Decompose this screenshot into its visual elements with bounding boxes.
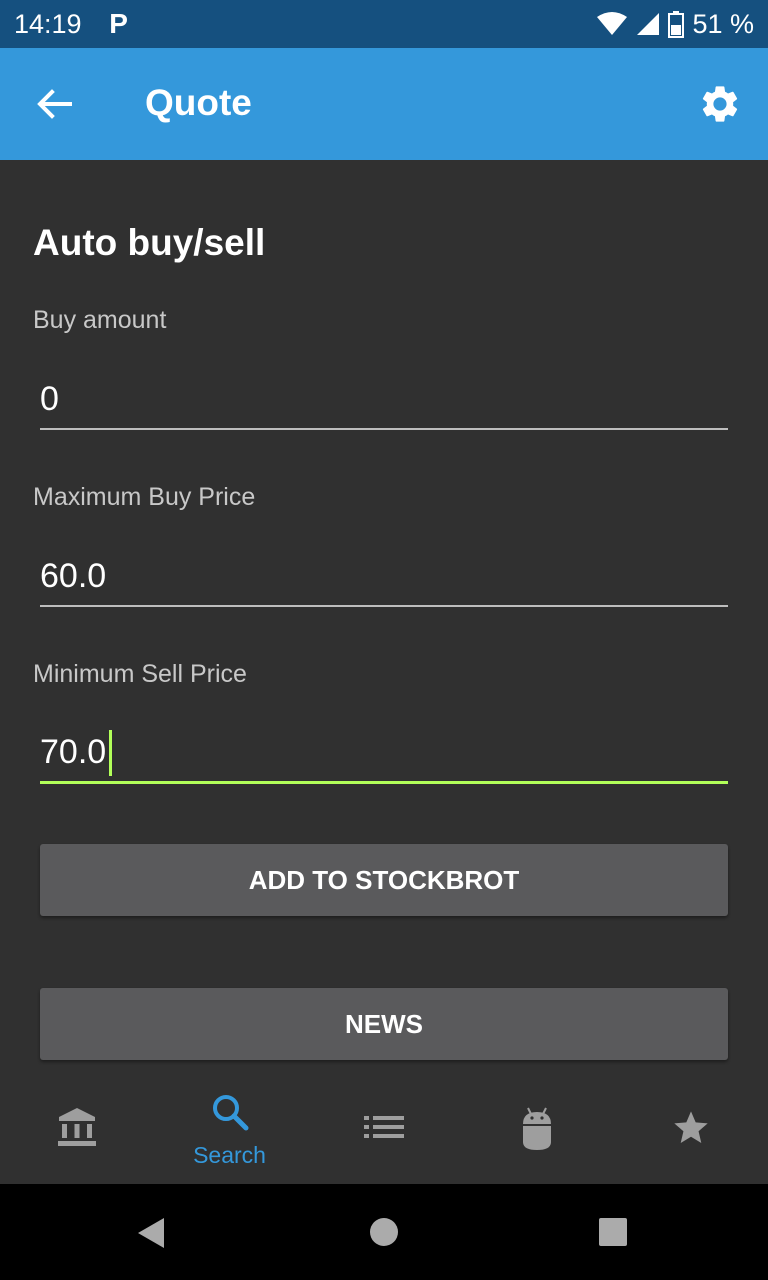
android-icon [522, 1107, 551, 1150]
news-button[interactable]: NEWS [40, 988, 728, 1060]
nav-label-search: Search [193, 1142, 266, 1168]
list-icon [363, 1116, 404, 1138]
page-title: Quote [145, 82, 252, 123]
max-buy-price-label: Maximum Buy Price [33, 483, 256, 511]
buy-amount-label: Buy amount [33, 306, 167, 334]
status-bar: 14:19 P 51 % [0, 0, 768, 48]
app-bar: Quote [0, 48, 768, 160]
nav-item-favorites[interactable] [614, 1080, 767, 1184]
section-title: Auto buy/sell [33, 222, 266, 263]
buy-amount-input[interactable] [40, 370, 728, 430]
status-time: 14:19 [14, 8, 82, 39]
recents-square-icon[interactable] [598, 1217, 628, 1247]
signal-icon [637, 13, 660, 35]
min-sell-price-label: Minimum Sell Price [33, 660, 247, 688]
home-circle-icon[interactable] [369, 1217, 399, 1247]
text-cursor [109, 730, 112, 776]
star-icon [673, 1111, 708, 1143]
nav-item-android[interactable] [460, 1080, 613, 1184]
wifi-icon [597, 12, 628, 35]
gear-icon[interactable] [698, 82, 742, 126]
add-to-stockbrot-button[interactable]: ADD TO STOCKBROT [40, 844, 728, 916]
arrow-back-icon[interactable] [34, 84, 74, 124]
back-triangle-icon[interactable] [136, 1216, 166, 1250]
status-icons: 51 % [596, 9, 754, 40]
bank-icon [57, 1108, 96, 1146]
max-buy-price-input[interactable] [40, 547, 728, 607]
notification-p-icon: P [109, 8, 128, 39]
battery-icon [668, 11, 685, 38]
search-icon [212, 1095, 248, 1131]
nav-item-search[interactable]: Search [153, 1080, 306, 1184]
nav-item-bank[interactable] [0, 1080, 153, 1184]
min-sell-price-input[interactable] [40, 724, 728, 784]
system-navigation-bar [0, 1184, 768, 1280]
battery-percent: 51 % [692, 8, 754, 39]
nav-item-list[interactable] [307, 1080, 460, 1184]
bottom-navigation: Search [0, 1080, 768, 1184]
